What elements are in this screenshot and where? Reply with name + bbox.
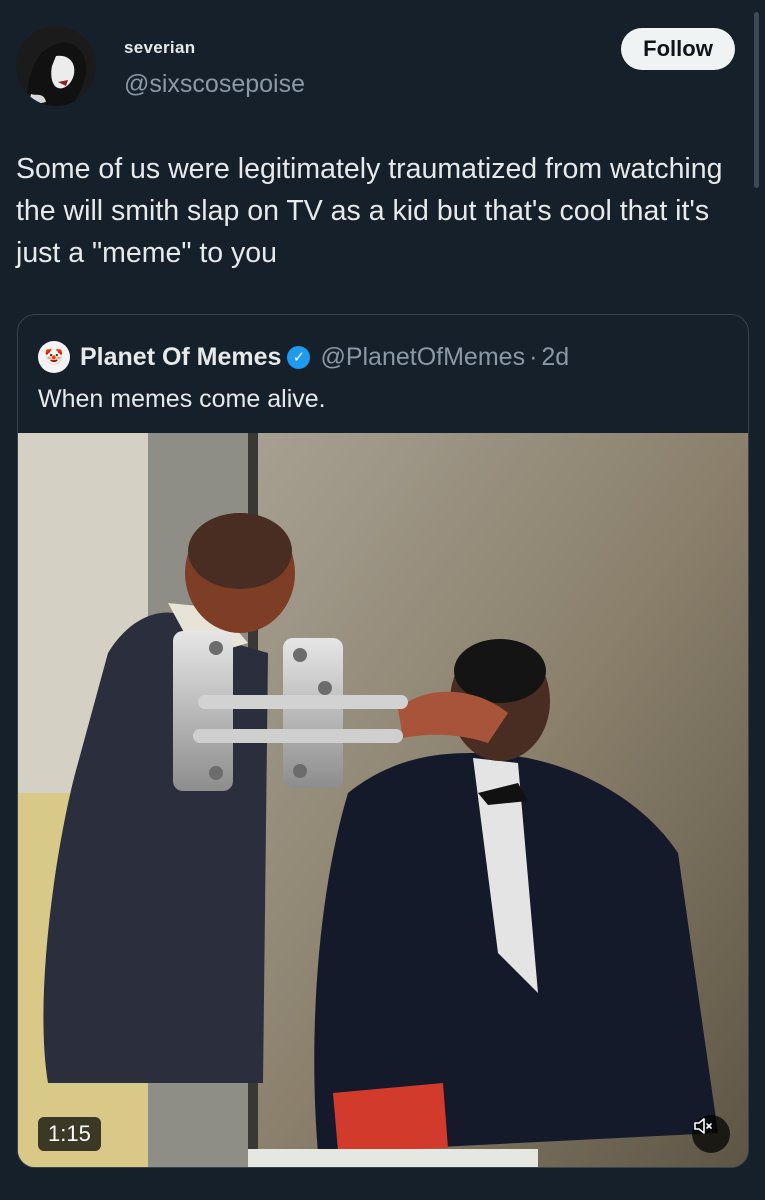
follow-button[interactable]: Follow [621,28,735,70]
quoted-display-name[interactable]: Planet Of Memes [80,343,281,372]
quoted-timestamp[interactable]: 2d [541,343,569,372]
clown-avatar-icon[interactable]: 🤡 [38,341,70,373]
quoted-tweet-header: 🤡 Planet Of Memes ✓ @PlanetOfMemes · 2d [38,341,569,373]
avatar[interactable] [16,26,96,106]
video-frame [18,433,748,1167]
quoted-user-handle[interactable]: @PlanetOfMemes [320,343,525,372]
quoted-tweet[interactable]: 🤡 Planet Of Memes ✓ @PlanetOfMemes · 2d … [17,314,749,1168]
volume-muted-icon[interactable] [692,1115,730,1153]
user-handle[interactable]: @sixscosepoise [124,70,305,99]
verified-badge-icon: ✓ [287,345,311,369]
quoted-tweet-text: When memes come alive. [38,385,326,413]
tweet-header: severian @sixscosepoise Follow [16,26,735,110]
video-duration: 1:15 [38,1117,101,1151]
video-player[interactable]: 1:15 [18,433,748,1167]
scrollbar[interactable] [754,12,759,188]
separator-dot: · [529,342,538,371]
display-name[interactable]: severian [124,38,195,58]
tweet-text: Some of us were legitimately traumatized… [16,153,723,269]
